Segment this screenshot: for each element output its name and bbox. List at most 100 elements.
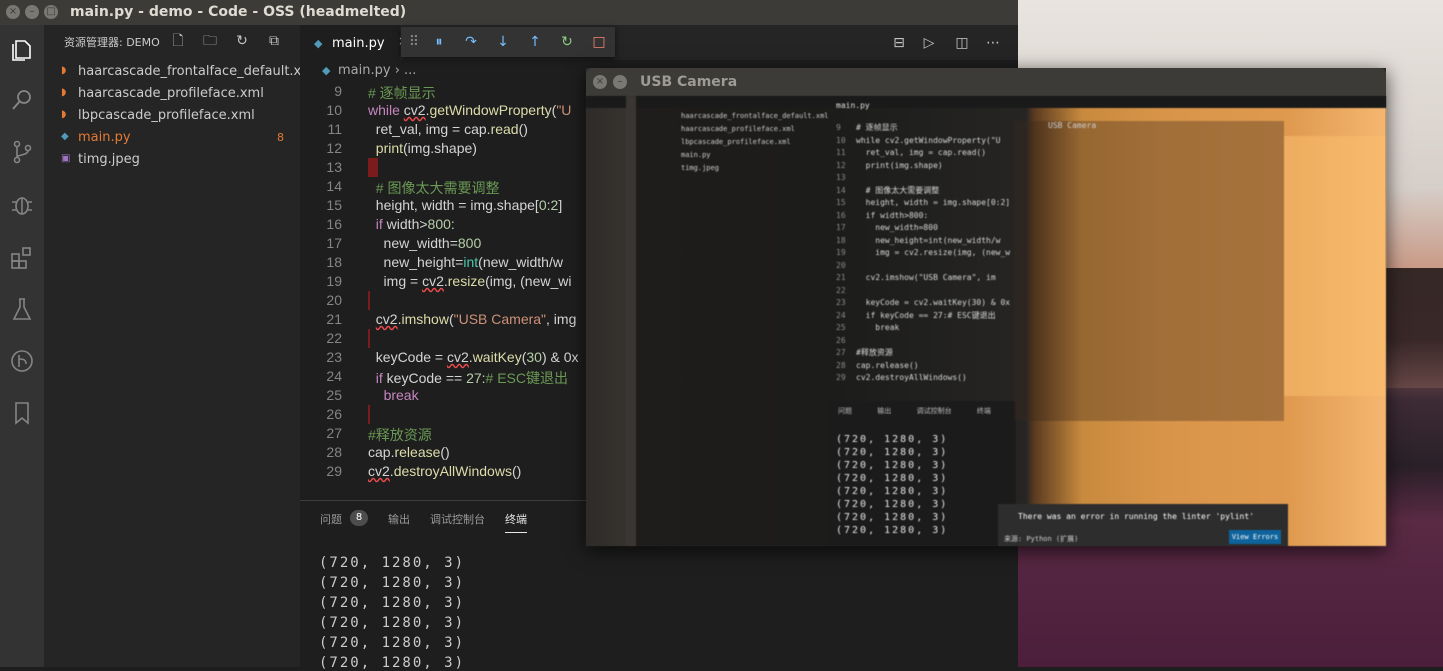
code-text: break xyxy=(383,387,419,403)
line-number: 16 xyxy=(326,216,342,232)
step-over-icon[interactable]: ↷ xyxy=(462,33,480,51)
debug-icon[interactable] xyxy=(8,191,36,219)
code-text: height, width = img.shape[0:2] xyxy=(368,197,563,213)
bookmark-icon[interactable] xyxy=(8,399,36,427)
tab-output[interactable]: 输出 xyxy=(388,511,410,527)
source-control-icon[interactable] xyxy=(8,138,36,166)
line-number: 14 xyxy=(326,178,342,194)
code-text: if keyCode == 27:# ESC键退出 xyxy=(375,370,568,386)
line-number: 22 xyxy=(326,330,342,346)
git-graph-icon[interactable] xyxy=(8,347,36,375)
line-number: 24 xyxy=(326,368,342,384)
image-icon: ▣ xyxy=(61,153,71,164)
line-number: 13 xyxy=(326,159,342,175)
modified-gutter-marker xyxy=(368,158,378,177)
extensions-icon[interactable] xyxy=(8,244,36,272)
terminal-line: (720, 1280, 3) xyxy=(319,575,466,591)
drag-handle-icon[interactable]: ⠿ xyxy=(405,33,423,51)
line-number: 27 xyxy=(326,425,342,441)
file-item[interactable]: ◆ main.py 8 xyxy=(44,127,300,149)
line-number: 10 xyxy=(326,102,342,118)
line-number: 23 xyxy=(326,349,342,365)
code-text: cv2.destroyAllWindows() xyxy=(368,463,522,479)
usb-camera-window[interactable]: × – USB Camera # 逐帧显示 while cv2.getWindo… xyxy=(586,68,1386,546)
testing-flask-icon[interactable] xyxy=(8,295,36,323)
modified-gutter-marker xyxy=(368,405,370,424)
collapse-all-icon[interactable]: ⧉ xyxy=(266,33,282,49)
tab-terminal[interactable]: 终端 xyxy=(505,511,527,533)
python-icon: ◆ xyxy=(314,37,323,50)
debug-toolbar: ⠿ ⏸ ↷ ↓ ↑ ↻ □ xyxy=(401,27,615,57)
line-number: 11 xyxy=(327,121,342,137)
rss-xml-icon: ◗ xyxy=(61,87,67,98)
terminal-line: (720, 1280, 3) xyxy=(319,615,466,631)
code-text: new_height=int(new_width/w xyxy=(368,254,563,270)
modified-gutter-marker xyxy=(368,329,370,348)
close-window-icon[interactable]: × xyxy=(593,75,607,89)
split-editor-icon[interactable]: ◫ xyxy=(953,34,971,52)
code-text: ret_val, img = cap.read() xyxy=(368,121,528,137)
problems-badge: 8 xyxy=(277,131,284,144)
code-text: new_width=800 xyxy=(368,235,482,251)
line-number: 29 xyxy=(326,463,342,479)
code-text: cv2.imshow("USB Camera", img xyxy=(375,311,577,327)
tab-debug-console[interactable]: 调试控制台 xyxy=(430,511,485,527)
line-number: 15 xyxy=(326,197,342,213)
close-window-icon[interactable]: × xyxy=(6,5,20,19)
files-icon[interactable] xyxy=(8,35,36,63)
tab-problems[interactable]: 问题 xyxy=(320,511,342,527)
run-icon[interactable]: ▷ xyxy=(920,34,938,52)
stop-icon[interactable]: □ xyxy=(590,33,608,51)
code-text: keyCode = cv2.waitKey(30) & 0x xyxy=(368,349,579,365)
code-text: print(img.shape) xyxy=(375,140,477,156)
activity-bar xyxy=(0,25,44,667)
file-item[interactable]: ◗ haarcascade_profileface.xml xyxy=(44,83,300,105)
camera-title-bar[interactable]: × – USB Camera xyxy=(586,68,1386,96)
code-text: # 图像太大需要调整 xyxy=(375,180,500,196)
more-actions-icon[interactable]: ⋯ xyxy=(984,34,1002,52)
terminal-line: (720, 1280, 3) xyxy=(319,655,466,671)
python-icon: ◆ xyxy=(322,64,331,77)
step-into-icon[interactable]: ↓ xyxy=(494,33,512,51)
line-number: 26 xyxy=(326,406,342,422)
search-icon[interactable] xyxy=(8,86,36,114)
rss-xml-icon: ◗ xyxy=(61,109,67,120)
restart-icon[interactable]: ↻ xyxy=(558,33,576,51)
camera-feed: # 逐帧显示 while cv2.getWindowProperty("U re… xyxy=(586,96,1386,546)
refresh-icon[interactable]: ↻ xyxy=(234,33,250,49)
window-title: main.py - demo - Code - OSS (headmelted) xyxy=(70,4,407,20)
new-folder-icon[interactable]: 🗀 xyxy=(202,33,218,49)
line-number: 12 xyxy=(326,140,342,156)
step-out-icon[interactable]: ↑ xyxy=(526,33,544,51)
line-number: 9 xyxy=(334,83,342,99)
maximize-window-icon[interactable]: □ xyxy=(44,5,58,19)
line-number: 18 xyxy=(326,254,342,270)
open-preview-icon[interactable]: ⊟ xyxy=(890,34,908,52)
code-text: cap.release() xyxy=(368,444,450,460)
modified-gutter-marker xyxy=(368,291,370,310)
rss-xml-icon: ◗ xyxy=(61,65,67,76)
minimize-window-icon[interactable]: – xyxy=(613,75,627,89)
code-text: #释放资源 xyxy=(368,427,432,443)
code-text: # 逐帧显示 xyxy=(368,85,436,101)
explorer-header: 资源管理器: DEMO xyxy=(64,36,160,49)
terminal-line: (720, 1280, 3) xyxy=(319,595,466,611)
minimize-window-icon[interactable]: – xyxy=(25,5,39,19)
code-text: while cv2.getWindowProperty("U xyxy=(368,102,572,118)
explorer-sidebar: 资源管理器: DEMO 🗋 🗀 ↻ ⧉ ◗ haarcascade_fronta… xyxy=(44,25,318,667)
line-number: 21 xyxy=(326,311,342,327)
title-bar: × – □ main.py - demo - Code - OSS (headm… xyxy=(0,0,1018,25)
file-item[interactable]: ▣ timg.jpeg xyxy=(44,149,300,171)
line-number: 19 xyxy=(326,273,342,289)
tab-main-py[interactable]: ◆ main.py × xyxy=(300,25,408,60)
python-icon: ◆ xyxy=(61,131,69,142)
line-number: 28 xyxy=(326,444,342,460)
terminal-line: (720, 1280, 3) xyxy=(319,635,466,651)
problems-count-badge: 8 xyxy=(350,510,368,526)
new-file-icon[interactable]: 🗋 xyxy=(170,33,186,49)
file-item[interactable]: ◗ haarcascade_frontalface_default.xml xyxy=(44,61,318,83)
code-text: if width>800: xyxy=(375,216,455,232)
file-item[interactable]: ◗ lbpcascade_profileface.xml xyxy=(44,105,300,127)
pause-icon[interactable]: ⏸ xyxy=(430,33,448,51)
terminal-line: (720, 1280, 3) xyxy=(319,555,466,571)
